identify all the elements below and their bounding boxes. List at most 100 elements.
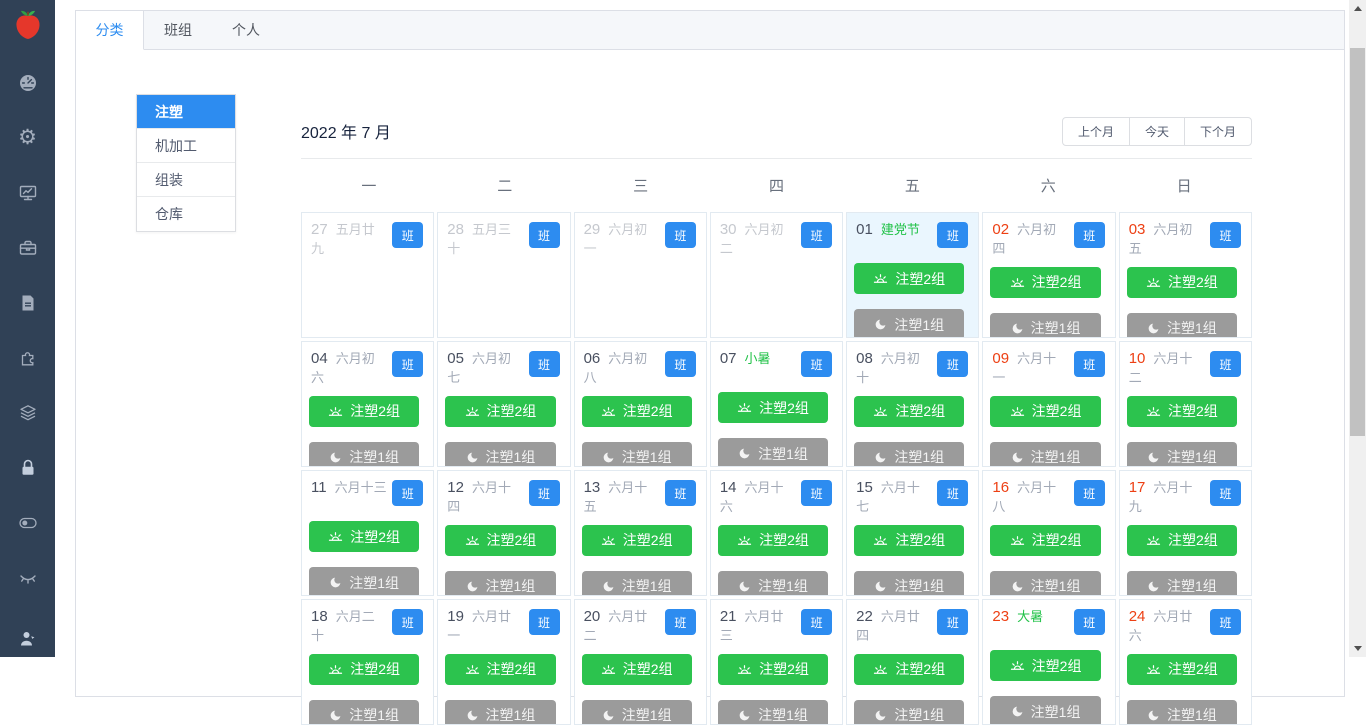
duty-badge[interactable]: 班 [937,480,968,506]
duty-badge[interactable]: 班 [1074,480,1105,506]
day-shift-button[interactable]: 注塑2组 [718,392,828,423]
calendar-day-cell[interactable]: 01建党节 班 注塑2组 注塑1组 [846,212,979,338]
calendar-day-cell[interactable]: 23大暑 班 注塑2组 注塑1组 [982,599,1115,725]
calendar-day-cell[interactable]: 02六月初四 班 注塑2组 注塑1组 [982,212,1115,338]
night-shift-button[interactable]: 注塑1组 [582,442,692,467]
calendar-day-cell[interactable]: 07小暑 班 注塑2组 注塑1组 [710,341,843,467]
category-warehouse[interactable]: 仓库 [137,197,235,231]
scroll-down-arrow-icon[interactable] [1349,640,1366,657]
duty-badge[interactable]: 班 [392,351,423,377]
duty-badge[interactable]: 班 [1210,222,1241,248]
calendar-day-cell[interactable]: 10六月十二 班 注塑2组 注塑1组 [1119,341,1252,467]
duty-badge[interactable]: 班 [665,609,696,635]
lock-icon[interactable] [18,458,38,478]
night-shift-button[interactable]: 注塑1组 [854,442,964,467]
day-shift-button[interactable]: 注塑2组 [854,263,964,294]
calendar-day-cell[interactable]: 12六月十四 班 注塑2组 注塑1组 [437,470,570,596]
duty-badge[interactable]: 班 [529,351,560,377]
calendar-day-cell[interactable]: 05六月初七 班 注塑2组 注塑1组 [437,341,570,467]
duty-badge[interactable]: 班 [937,351,968,377]
night-shift-button[interactable]: 注塑1组 [854,571,964,596]
duty-badge[interactable]: 班 [801,609,832,635]
duty-badge[interactable]: 班 [392,222,423,248]
briefcase-icon[interactable] [18,238,38,258]
day-shift-button[interactable]: 注塑2组 [718,654,828,685]
calendar-day-cell[interactable]: 24六月廿六 班 注塑2组 注塑1组 [1119,599,1252,725]
night-shift-button[interactable]: 注塑1组 [854,700,964,725]
calendar-day-cell[interactable]: 28五月三十 班 [437,212,570,338]
duty-badge[interactable]: 班 [529,480,560,506]
next-month-button[interactable]: 下个月 [1184,117,1252,146]
calendar-day-cell[interactable]: 09六月十一 班 注塑2组 注塑1组 [982,341,1115,467]
night-shift-button[interactable]: 注塑1组 [990,571,1100,596]
tab-category[interactable]: 分类 [76,11,144,50]
document-icon[interactable] [18,293,38,313]
calendar-day-cell[interactable]: 18六月二十 班 注塑2组 注塑1组 [301,599,434,725]
calendar-day-cell[interactable]: 04六月初六 班 注塑2组 注塑1组 [301,341,434,467]
night-shift-button[interactable]: 注塑1组 [718,438,828,467]
duty-badge[interactable]: 班 [1074,351,1105,377]
duty-badge[interactable]: 班 [392,480,423,506]
calendar-day-cell[interactable]: 19六月廿一 班 注塑2组 注塑1组 [437,599,570,725]
calendar-day-cell[interactable]: 27五月廿九 班 [301,212,434,338]
day-shift-button[interactable]: 注塑2组 [1127,654,1237,685]
calendar-day-cell[interactable]: 16六月十八 班 注塑2组 注塑1组 [982,470,1115,596]
day-shift-button[interactable]: 注塑2组 [1127,396,1237,427]
duty-badge[interactable]: 班 [1074,222,1105,248]
eye-off-icon[interactable] [18,568,38,588]
day-shift-button[interactable]: 注塑2组 [854,654,964,685]
day-shift-button[interactable]: 注塑2组 [990,396,1100,427]
night-shift-button[interactable]: 注塑1组 [1127,313,1237,338]
day-shift-button[interactable]: 注塑2组 [582,396,692,427]
duty-badge[interactable]: 班 [665,351,696,377]
tab-team[interactable]: 班组 [144,11,212,50]
calendar-day-cell[interactable]: 13六月十五 班 注塑2组 注塑1组 [574,470,707,596]
duty-badge[interactable]: 班 [801,480,832,506]
day-shift-button[interactable]: 注塑2组 [445,654,555,685]
duty-badge[interactable]: 班 [1210,480,1241,506]
duty-badge[interactable]: 班 [937,222,968,248]
day-shift-button[interactable]: 注塑2组 [445,525,555,556]
calendar-day-cell[interactable]: 11六月十三 班 注塑2组 注塑1组 [301,470,434,596]
duty-badge[interactable]: 班 [665,222,696,248]
duty-badge[interactable]: 班 [937,609,968,635]
night-shift-button[interactable]: 注塑1组 [309,700,419,725]
day-shift-button[interactable]: 注塑2组 [582,654,692,685]
night-shift-button[interactable]: 注塑1组 [309,567,419,596]
night-shift-button[interactable]: 注塑1组 [445,700,555,725]
day-shift-button[interactable]: 注塑2组 [1127,267,1237,298]
calendar-day-cell[interactable]: 17六月十九 班 注塑2组 注塑1组 [1119,470,1252,596]
duty-badge[interactable]: 班 [801,222,832,248]
settings-gear-icon[interactable]: ⚙ [18,128,37,148]
calendar-day-cell[interactable]: 20六月廿二 班 注塑2组 注塑1组 [574,599,707,725]
toggle-icon[interactable] [18,513,38,533]
night-shift-button[interactable]: 注塑1组 [445,571,555,596]
calendar-day-cell[interactable]: 30六月初二 班 [710,212,843,338]
day-shift-button[interactable]: 注塑2组 [309,396,419,427]
tab-personal[interactable]: 个人 [212,11,280,50]
duty-badge[interactable]: 班 [392,609,423,635]
layers-icon[interactable] [18,403,38,423]
scrollbar-thumb[interactable] [1350,48,1365,436]
calendar-day-cell[interactable]: 21六月廿三 班 注塑2组 注塑1组 [710,599,843,725]
day-shift-button[interactable]: 注塑2组 [582,525,692,556]
night-shift-button[interactable]: 注塑1组 [990,696,1100,725]
day-shift-button[interactable]: 注塑2组 [718,525,828,556]
night-shift-button[interactable]: 注塑1组 [990,313,1100,338]
calendar-day-cell[interactable]: 08六月初十 班 注塑2组 注塑1组 [846,341,979,467]
duty-badge[interactable]: 班 [1074,609,1105,635]
night-shift-button[interactable]: 注塑1组 [1127,571,1237,596]
calendar-day-cell[interactable]: 03六月初五 班 注塑2组 注塑1组 [1119,212,1252,338]
night-shift-button[interactable]: 注塑1组 [1127,700,1237,725]
day-shift-button[interactable]: 注塑2组 [854,396,964,427]
calendar-day-cell[interactable]: 15六月十七 班 注塑2组 注塑1组 [846,470,979,596]
prev-month-button[interactable]: 上个月 [1062,117,1130,146]
day-shift-button[interactable]: 注塑2组 [445,396,555,427]
app-logo[interactable] [11,7,45,41]
day-shift-button[interactable]: 注塑2组 [1127,525,1237,556]
night-shift-button[interactable]: 注塑1组 [990,442,1100,467]
night-shift-button[interactable]: 注塑1组 [718,700,828,725]
day-shift-button[interactable]: 注塑2组 [990,650,1100,681]
night-shift-button[interactable]: 注塑1组 [582,571,692,596]
night-shift-button[interactable]: 注塑1组 [854,309,964,338]
